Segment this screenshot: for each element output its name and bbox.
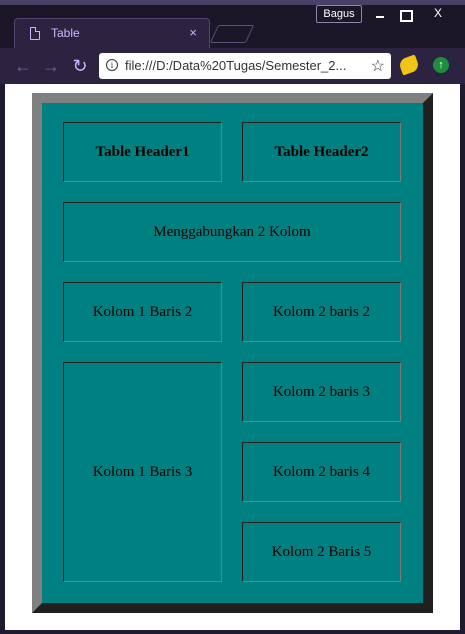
- merged-cell: Menggabungkan 2 Kolom: [63, 202, 401, 262]
- html-table: Table Header1 Table Header2 Menggabungka…: [32, 93, 433, 613]
- browser-window: Table × Bagus X ← → ↻ i file:///D:/Data%…: [0, 0, 465, 634]
- tab-title: Table: [51, 26, 80, 40]
- forward-arrow-icon[interactable]: →: [40, 55, 62, 77]
- table-header-2: Table Header2: [242, 122, 401, 182]
- minimize-button[interactable]: [368, 5, 392, 23]
- extension-icon[interactable]: [397, 54, 421, 76]
- update-icon[interactable]: ↑: [433, 57, 449, 73]
- table-cell: Kolom 2 Baris 5: [242, 522, 401, 582]
- rowspan-cell: Kolom 1 Baris 3: [63, 362, 222, 582]
- close-window-button[interactable]: X: [418, 5, 458, 23]
- table-header-1: Table Header1: [63, 122, 222, 182]
- tab-table[interactable]: Table ×: [14, 18, 210, 48]
- new-tab-button[interactable]: [209, 25, 255, 43]
- info-icon[interactable]: i: [106, 59, 118, 71]
- table-cell: Kolom 2 baris 2: [242, 282, 401, 342]
- bookmark-star-icon[interactable]: ☆: [371, 56, 385, 76]
- page-viewport: Table Header1 Table Header2 Menggabungka…: [5, 84, 460, 630]
- address-text[interactable]: file:///D:/Data%20Tugas/Semester_2...: [125, 58, 363, 73]
- profile-button[interactable]: Bagus: [316, 5, 362, 23]
- table-cell: Kolom 2 baris 3: [242, 362, 401, 422]
- browser-toolbar: ← → ↻ i file:///D:/Data%20Tugas/Semester…: [0, 48, 465, 84]
- page-icon: [30, 27, 40, 40]
- tab-close-icon[interactable]: ×: [189, 25, 197, 40]
- maximize-button[interactable]: [393, 5, 417, 23]
- table-cell: Kolom 2 baris 4: [242, 442, 401, 502]
- back-arrow-icon[interactable]: ←: [12, 55, 34, 77]
- address-bar[interactable]: i file:///D:/Data%20Tugas/Semester_2... …: [99, 53, 391, 79]
- reload-icon[interactable]: ↻: [69, 55, 91, 77]
- table-cell: Kolom 1 Baris 2: [63, 282, 222, 342]
- tab-strip: Table × Bagus X: [0, 0, 465, 48]
